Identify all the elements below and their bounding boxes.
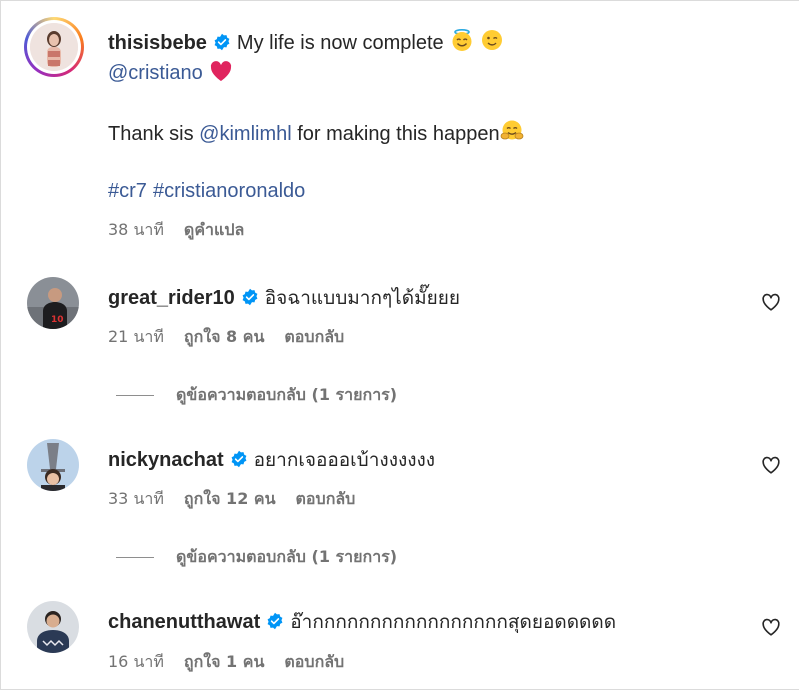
comment-3-likes[interactable]: ถูกใจ 1 คน [184,652,264,671]
comment-2-text: อยากเจอออเบ้างงงงงง [253,449,436,471]
post-meta: 38 นาที ดูคำแปล [108,218,264,243]
hashtag-cristianoronaldo-link[interactable]: #cristianoronaldo [153,180,305,202]
caption-line-1: thisisbebe My life is now complete [108,28,504,55]
post-time[interactable]: 38 นาที [108,220,164,239]
heart-outline-icon[interactable] [760,454,782,476]
mention-kim-link[interactable]: @kimlimhl [199,123,292,145]
comment-2-reply-button[interactable]: ตอบกลับ [296,489,356,508]
comment-3-reply-button[interactable]: ตอบกลับ [284,652,344,671]
caption-text: My life is now complete [236,32,444,54]
commenter-avatar[interactable] [27,439,79,491]
caption-text-thanks: Thank sis [108,123,200,145]
replies-divider [116,395,154,396]
comment-1-view-replies[interactable]: ดูข้อความตอบกลับ (1 รายการ) [116,383,397,408]
hashtag-cr7-link[interactable]: #cr7 [108,180,147,202]
comment-2-meta: 33 นาที ถูกใจ 12 คน ตอบกลับ [108,487,375,512]
comment-1-reply-button[interactable]: ตอบกลับ [284,327,344,346]
caption-text-making: for making this happen [291,123,500,145]
comment-3-meta: 16 นาที ถูกใจ 1 คน ตอบกลับ [108,650,364,675]
comment-1-line: great_rider10 อิจฉาแบบมากๆได้มั๊ยยย [108,286,460,310]
caption-hashtags: #cr7 #cristianoronaldo [108,179,305,203]
halo-smile-emoji [452,28,472,51]
comment-1-username[interactable]: great_rider10 [108,287,235,309]
comment-1-meta: 21 นาที ถูกใจ 8 คน ตอบกลับ [108,325,364,350]
comment-2-time[interactable]: 33 นาที [108,489,164,508]
verified-badge-icon [231,450,247,468]
caption-line-3: Thank sis @kimlimhl for making this happ… [108,119,524,146]
comment-3-time[interactable]: 16 นาที [108,652,164,671]
translate-button[interactable]: ดูคำแปล [184,220,244,239]
comment-3-text: อ๊ากกกกกกกกกกกกกกกกกสุดยอดดดดด [290,611,617,633]
comment-2-line: nickynachat อยากเจอออเบ้างงงงงง [108,448,435,472]
post-username[interactable]: thisisbebe [108,32,207,54]
red-heart-emoji [210,61,231,81]
comment-2-view-replies[interactable]: ดูข้อความตอบกลับ (1 รายการ) [116,545,397,570]
verified-badge-icon [214,33,230,51]
hug-emoji [500,120,523,140]
post-author-avatar[interactable] [24,17,84,77]
heart-outline-icon[interactable] [760,291,782,313]
svg-text:10: 10 [51,315,64,325]
comment-1-likes[interactable]: ถูกใจ 8 คน [184,327,264,346]
verified-badge-icon [242,288,258,306]
view-replies-label: ดูข้อความตอบกลับ (1 รายการ) [176,547,398,566]
replies-divider [116,557,154,558]
comment-3-line: chanenutthawat อ๊ากกกกกกกกกกกกกกกกกสุดยอด… [108,610,616,634]
comment-2-likes[interactable]: ถูกใจ 12 คน [184,489,276,508]
comment-3-username[interactable]: chanenutthawat [108,611,260,633]
verified-badge-icon [267,612,283,630]
commenter-avatar[interactable] [27,601,79,653]
heart-outline-icon[interactable] [760,616,782,638]
mention-cristiano-link[interactable]: @cristiano [108,62,203,84]
caption-line-2: @cristiano [108,60,233,85]
comment-2-username[interactable]: nickynachat [108,449,224,471]
comment-1-text: อิจฉาแบบมากๆได้มั๊ยยย [264,287,460,309]
view-replies-label: ดูข้อความตอบกลับ (1 รายการ) [176,385,398,404]
commenter-avatar[interactable]: 10 [27,277,79,329]
comment-1-time[interactable]: 21 นาที [108,327,164,346]
wink-emoji [481,30,502,50]
